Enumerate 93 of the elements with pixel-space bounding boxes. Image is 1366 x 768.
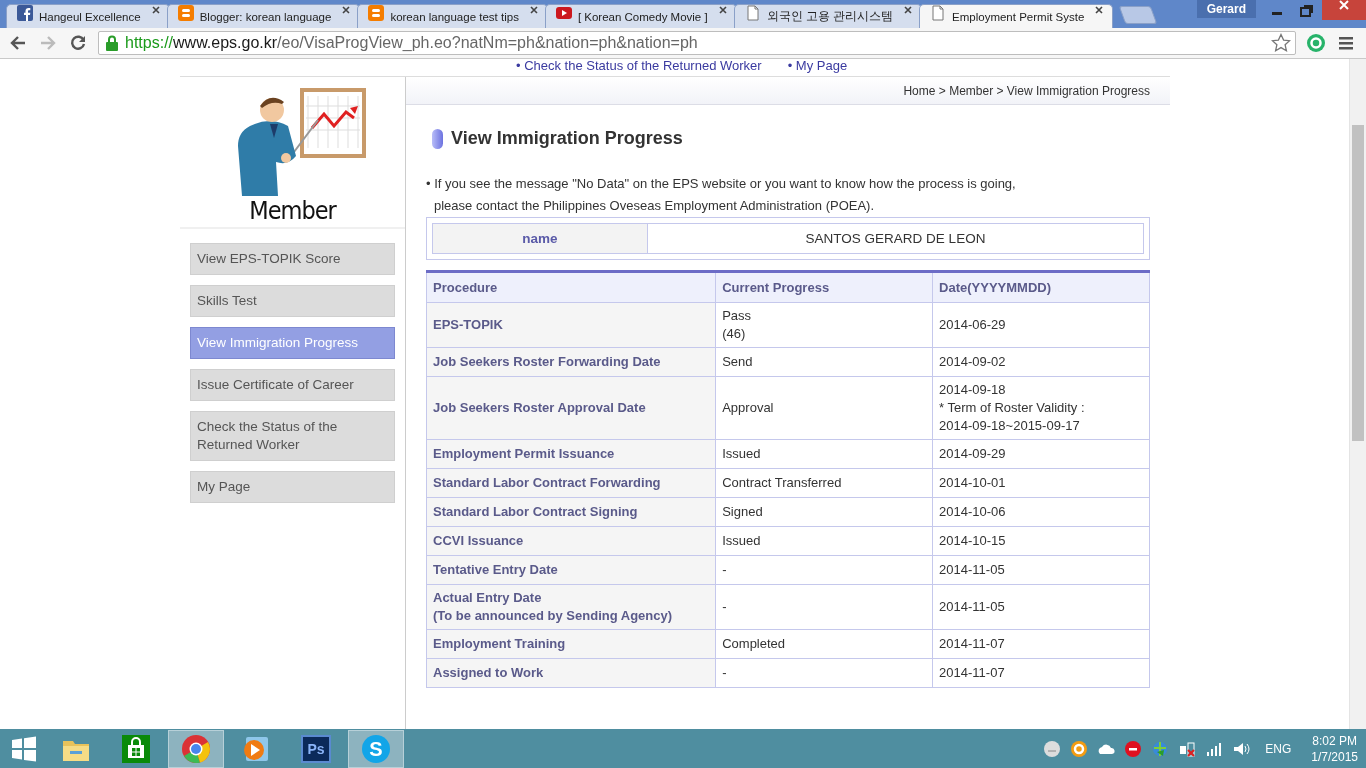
table-cell: Job Seekers Roster Forwarding Date: [426, 347, 716, 377]
browser-tab[interactable]: Hangeul Excellence: [6, 4, 170, 28]
breadcrumb: Home > Member > View Immigration Progress: [903, 83, 1150, 98]
page-icon: [930, 5, 947, 21]
table-cell: 2014-09-29: [932, 439, 1150, 469]
sidebar-item[interactable]: Skills Test: [190, 285, 395, 317]
browser-tab[interactable]: [ Korean Comedy Movie ]: [544, 4, 737, 28]
table-cell: Contract Transferred: [715, 468, 933, 498]
table-cell: 2014-10-15: [932, 526, 1150, 556]
video-icon: [555, 5, 572, 21]
table-cell: Job Seekers Roster Approval Date: [426, 376, 716, 440]
table-cell: EPS-TOPIK: [426, 302, 716, 348]
reload-icon[interactable]: [68, 33, 88, 53]
nav-link[interactable]: • Check the Status of the Returned Worker: [516, 59, 762, 76]
profile-button[interactable]: Gerard: [1196, 0, 1256, 18]
table-cell: Standard Labor Contract Signing: [426, 497, 716, 527]
table-cell: 2014-10-06: [932, 497, 1150, 527]
table-cell: 2014-11-05: [932, 555, 1150, 585]
start-icon[interactable]: [10, 735, 38, 763]
close-icon[interactable]: [717, 5, 728, 15]
taskbar-app[interactable]: [168, 730, 224, 768]
section-title: Member: [249, 196, 336, 225]
taskbar-app[interactable]: Ps: [288, 730, 344, 768]
table-cell: 2014-10-01: [932, 468, 1150, 498]
close-icon[interactable]: [528, 5, 539, 15]
scrollbar[interactable]: [1349, 59, 1366, 729]
sidebar-item[interactable]: Issue Certificate of Career: [190, 369, 395, 401]
column-header: Current Progress: [715, 271, 933, 303]
clock-date[interactable]: 1/7/2015: [1311, 749, 1358, 765]
nav-link[interactable]: • My Page: [787, 59, 848, 76]
page-icon: [744, 5, 761, 21]
smiley-icon[interactable]: [1043, 740, 1062, 758]
chrome-icon: [180, 733, 212, 765]
url-text: https://www.eps.go.kr/eo/VisaProgView_ph.eo?natNm=ph&nation=ph&nation=ph: [125, 34, 698, 52]
app-logo-icon: S: [362, 735, 390, 763]
ring-icon[interactable]: [1070, 740, 1089, 758]
table-cell: 2014-11-07: [932, 658, 1150, 688]
signal-icon[interactable]: [1205, 740, 1224, 758]
browser-tab[interactable]: Employment Permit Syste: [919, 4, 1114, 28]
page-heading: View Immigration Progress: [451, 128, 683, 149]
blogger-icon: [368, 5, 385, 21]
lock-icon: [105, 35, 119, 51]
table-cell: Issued: [715, 439, 933, 469]
app-logo-icon: Ps: [301, 735, 331, 763]
browser-tab[interactable]: korean language test tips: [357, 4, 548, 28]
close-icon[interactable]: [903, 5, 914, 15]
close-icon: [1339, 0, 1349, 10]
sidebar-item[interactable]: Check the Status of the Returned Worker: [190, 411, 395, 461]
store-icon: [120, 733, 152, 765]
table-cell: -: [715, 555, 933, 585]
table-cell: CCVI Issuance: [426, 526, 716, 556]
table-cell: Tentative Entry Date: [426, 555, 716, 585]
table-cell: Standard Labor Contract Forwarding: [426, 468, 716, 498]
address-bar[interactable]: https://www.eps.go.kr/eo/VisaProgView_ph.eo?natNm=ph&nation=ph&nation=ph: [98, 31, 1296, 55]
clock-time[interactable]: 8:02 PM: [1312, 733, 1357, 749]
notice-text: please contact the Philippines Oveseas Employment Administration (POEA).: [433, 197, 876, 215]
table-cell: name: [432, 223, 648, 254]
table-cell: Issued: [715, 526, 933, 556]
sidebar-item[interactable]: My Page: [190, 471, 395, 503]
sidebar-item[interactable]: View EPS-TOPIK Score: [190, 243, 395, 275]
table-cell: Signed: [715, 497, 933, 527]
table-cell: Employment Training: [426, 629, 716, 659]
language-indicator[interactable]: ENG: [1265, 742, 1292, 756]
close-icon[interactable]: [150, 5, 161, 15]
table-cell: Approval: [715, 376, 933, 440]
table-cell: 2014-09-18 * Term of Roster Validity : 2014-09-18~2015-09-17: [932, 376, 1150, 440]
table-cell: 2014-11-05: [932, 584, 1150, 630]
close-icon[interactable]: [341, 5, 352, 15]
table-cell: SANTOS GERARD DE LEON: [647, 223, 1144, 254]
close-window-button[interactable]: [1322, 0, 1366, 20]
table-cell: 2014-06-29: [932, 302, 1150, 348]
table-cell: -: [715, 658, 933, 688]
table-cell: Send: [715, 347, 933, 377]
table-cell: Completed: [715, 629, 933, 659]
table-cell: -: [715, 584, 933, 630]
speaker-icon[interactable]: [1232, 740, 1251, 758]
column-header: Date(YYYYMMDD): [932, 271, 1150, 303]
table-cell: Employment Permit Issuance: [426, 439, 716, 469]
table-cell: Pass (46): [715, 302, 933, 348]
extension-icon[interactable]: [1306, 33, 1326, 53]
facebook-icon: [17, 5, 33, 21]
table-cell: 2014-09-02: [932, 347, 1150, 377]
plug-icon[interactable]: [1178, 740, 1197, 758]
notice-text: • If you see the message "No Data" on the EPS website or you want to know how the process is going,: [426, 175, 1017, 193]
table-cell: 2014-11-07: [932, 629, 1150, 659]
column-header: Procedure: [426, 271, 716, 303]
close-icon[interactable]: [1094, 5, 1105, 15]
stop-icon[interactable]: [1124, 740, 1143, 758]
heading-marker-icon: [432, 128, 443, 149]
table-cell: Actual Entry Date (To be announced by Sending Agency): [426, 584, 716, 630]
table-cell: Assigned to Work: [426, 658, 716, 688]
star-icon[interactable]: [1271, 33, 1291, 53]
blogger-icon: [177, 5, 194, 21]
